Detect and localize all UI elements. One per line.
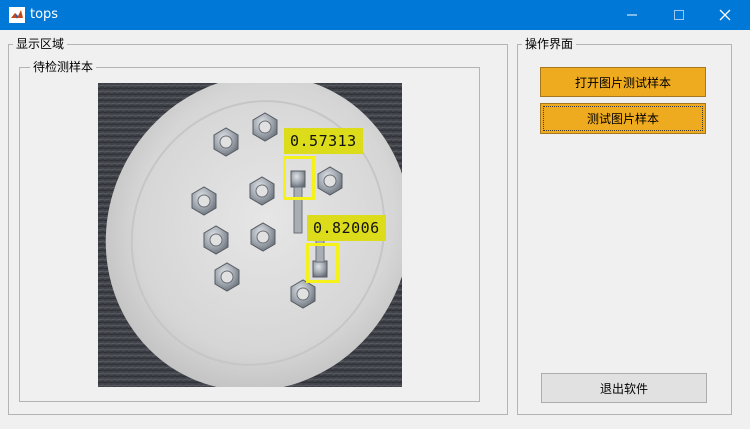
sample-image: 0.57313 0.82006 xyxy=(98,83,402,387)
title-bar[interactable]: tops xyxy=(0,0,750,30)
minimize-button[interactable] xyxy=(609,0,655,30)
detection-box-2 xyxy=(306,243,339,283)
operation-panel: 操作界面 xyxy=(517,36,732,415)
window-title: tops xyxy=(30,7,59,22)
app-window: tops 显示区域 待检测样本 0.57313 0.82006 操作界面 打开图… xyxy=(0,0,750,429)
close-icon xyxy=(719,9,731,21)
minimize-icon xyxy=(627,14,637,16)
sample-panel-title: 待检测样本 xyxy=(30,59,97,75)
matlab-icon xyxy=(9,7,25,23)
operation-panel-title: 操作界面 xyxy=(522,36,577,52)
detection-score-1: 0.57313 xyxy=(284,128,363,154)
exit-button[interactable]: 退出软件 xyxy=(541,373,707,403)
maximize-button[interactable] xyxy=(656,0,702,30)
display-area-title: 显示区域 xyxy=(13,36,68,52)
close-button[interactable] xyxy=(702,0,748,30)
detection-score-2: 0.82006 xyxy=(307,215,386,241)
open-test-image-button[interactable]: 打开图片测试样本 xyxy=(540,67,706,97)
maximize-icon xyxy=(674,10,684,20)
test-image-sample-button[interactable]: 测试图片样本 xyxy=(540,103,706,134)
detection-box-1 xyxy=(283,156,315,200)
